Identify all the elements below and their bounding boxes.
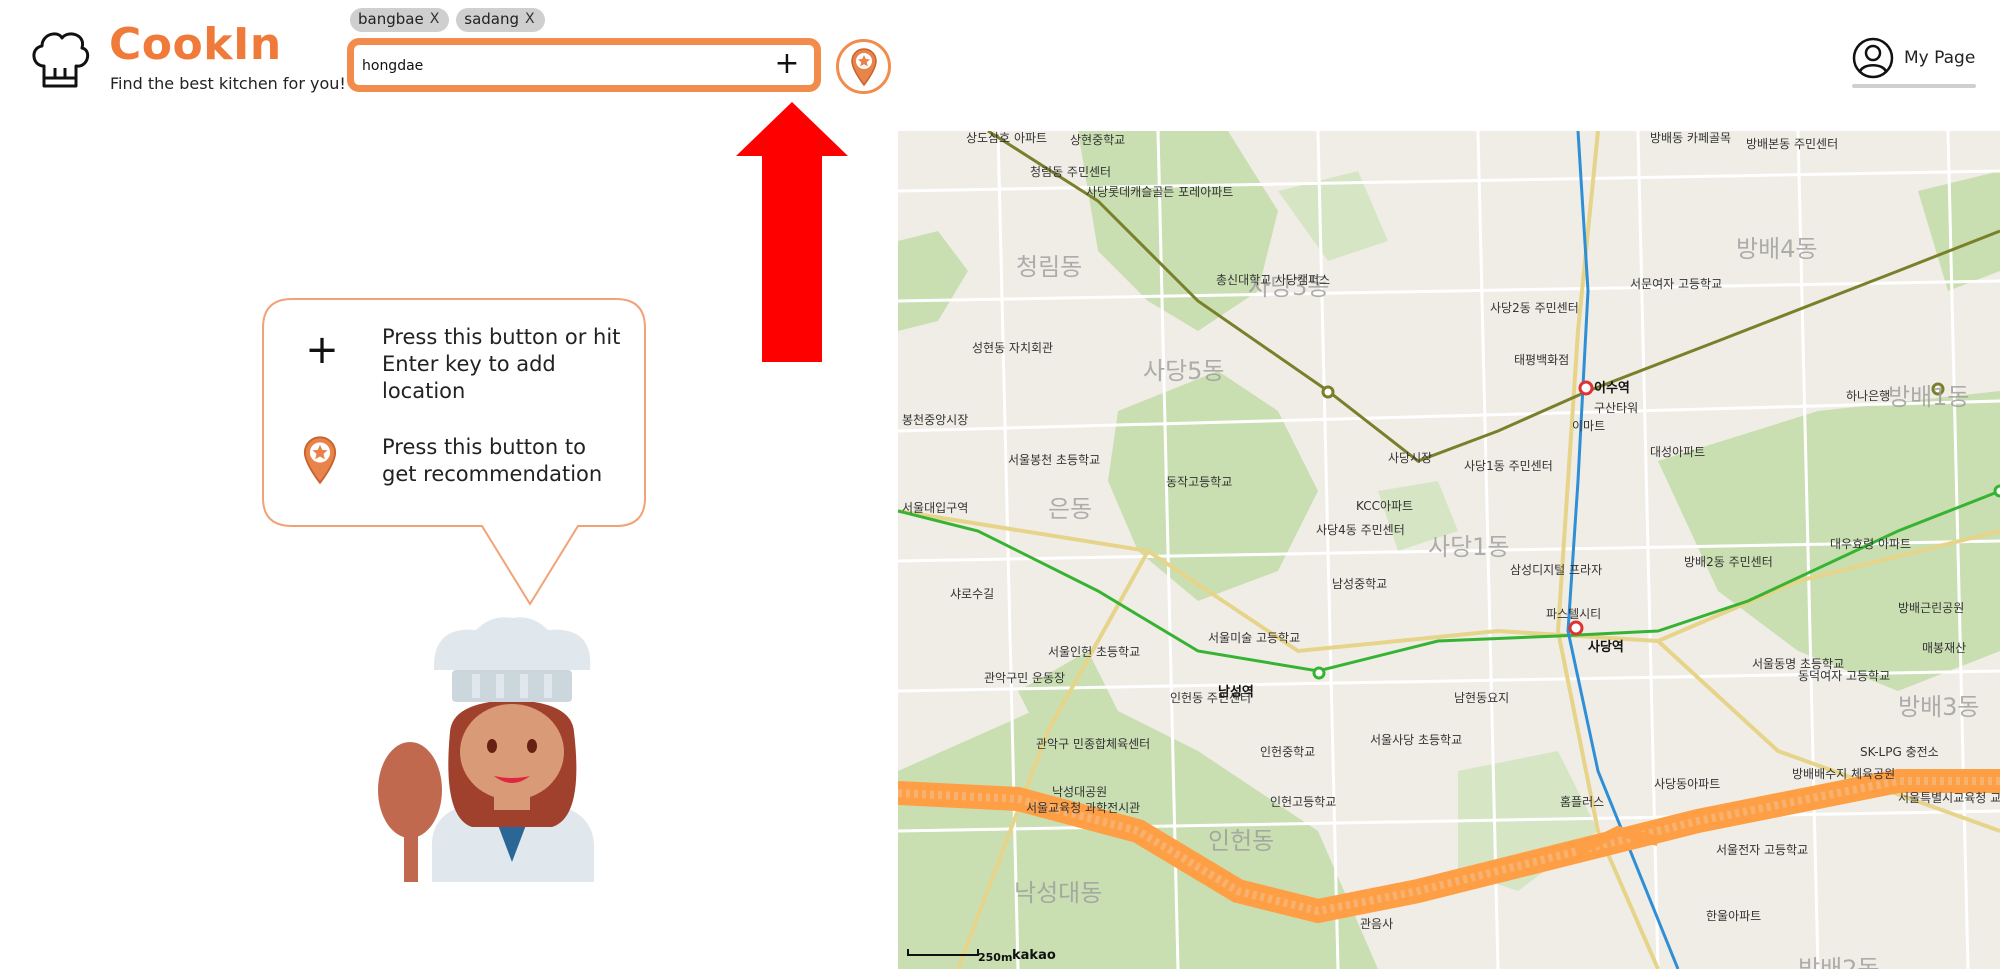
location-search-box: + <box>347 38 821 92</box>
map-place-label[interactable]: 동덕여자 고등학교 <box>1798 669 1890 683</box>
map-place-label[interactable]: 총신대학교 사당캠퍼스 <box>1216 273 1330 287</box>
map-place-label[interactable]: 이마트 <box>1572 419 1605 433</box>
map-district-label: 은동 <box>1048 495 1093 523</box>
map-district-label: 사당1동 <box>1428 533 1510 561</box>
map-station-label[interactable]: 사당역 <box>1588 636 1624 655</box>
map-place-label[interactable]: 봉천중앙시장 <box>902 413 968 427</box>
map-place-label[interactable]: 한울아파트 <box>1706 909 1761 923</box>
map-provider-logo[interactable]: kakao <box>1012 948 1056 963</box>
help-add-row: + <box>302 330 342 370</box>
remove-chip-button[interactable]: X <box>525 10 535 29</box>
map-place-label[interactable]: 사당1동 주민센터 <box>1464 459 1553 473</box>
mypage-button[interactable]: My Page <box>1852 36 1976 88</box>
recommend-button[interactable] <box>836 39 891 94</box>
map-place-label[interactable]: 사당4동 주민센터 <box>1316 523 1405 537</box>
location-chip-label: sadang <box>464 10 520 28</box>
map-place-label[interactable]: 동작고등학교 <box>1166 475 1232 489</box>
mypage-label: My Page <box>1904 48 1976 68</box>
map-district-label: 방배2동 <box>1798 955 1880 969</box>
map-place-label[interactable]: 사당시장 <box>1388 451 1432 465</box>
location-chip: bangbae X <box>350 8 450 32</box>
map-district-label: 낙성대동 <box>1014 879 1103 907</box>
map-place-label[interactable]: 서울교육청 과학전시관 <box>1026 801 1140 815</box>
map-place-label[interactable]: 서울미술 고등학교 <box>1208 631 1300 645</box>
map-station-label[interactable]: 이수역 <box>1594 377 1630 396</box>
help-recommend-text: Press this button to get recommendation <box>382 435 603 486</box>
map-place-label[interactable]: 방배근린공원 <box>1898 601 1964 615</box>
map-place-label[interactable]: 서울사당 초등학교 <box>1370 733 1462 747</box>
up-arrow-indicator <box>736 102 848 362</box>
map-place-label[interactable]: 낙성대공원 <box>1052 785 1107 799</box>
map-district-label: 방배3동 <box>1898 693 1980 721</box>
map-place-label[interactable]: 대우효령 아파트 <box>1830 537 1911 551</box>
map-place-label[interactable]: 대성아파트 <box>1650 445 1705 459</box>
brand-tagline: Find the best kitchen for you! <box>110 74 346 93</box>
help-tooltip: + Press this button or hit Enter key to … <box>262 298 646 606</box>
map-place-label[interactable]: 상현중학교 <box>1070 133 1125 147</box>
map-district-label: 방배4동 <box>1736 235 1818 263</box>
chef-illustration <box>378 617 594 882</box>
map-district-label: 청림동 <box>1016 253 1083 281</box>
map-district-label: 방배1동 <box>1888 383 1970 411</box>
map-place-label[interactable]: 서울대입구역 <box>902 501 968 515</box>
map-place-label[interactable]: SK-LPG 충전소 <box>1860 745 1939 759</box>
map-place-label[interactable]: 서문여자 고등학교 <box>1630 277 1722 291</box>
map-place-label[interactable]: 사당롯데캐슬골든 포레아파트 <box>1086 185 1233 199</box>
map-place-label[interactable]: 관악구 민종합체육센터 <box>1036 737 1150 751</box>
map-scale-label: 250m <box>978 951 1013 964</box>
location-chip-list: bangbae X sadang X <box>350 8 545 32</box>
map-district-label: 인헌동 <box>1208 827 1275 855</box>
chef-hat-logo-icon <box>32 32 90 88</box>
mypage-underline <box>1852 84 1976 88</box>
location-chip-label: bangbae <box>358 10 424 28</box>
map-place-label[interactable]: 방배2동 주민센터 <box>1684 555 1773 569</box>
user-avatar-icon <box>1852 37 1894 79</box>
map-place-label[interactable]: 인헌동 주민센터 <box>1170 691 1251 705</box>
map-place-label[interactable]: 관악구민 운동장 <box>984 671 1065 685</box>
add-location-button[interactable]: + <box>770 47 804 81</box>
map-place-label[interactable]: 서울봉천 초등학교 <box>1008 453 1100 467</box>
help-add-text: Press this button or hit Enter key to ad… <box>382 325 621 403</box>
map-place-label[interactable]: 청림동 주민센터 <box>1030 165 1111 179</box>
map-place-label[interactable]: 방배동 카페골목 <box>1650 131 1731 145</box>
map-place-label[interactable]: 사당동아파트 <box>1654 777 1720 791</box>
map-place-label[interactable]: 상도삼호 아파트 <box>966 131 1047 145</box>
star-location-pin-icon <box>850 47 877 86</box>
plus-icon: + <box>305 327 339 373</box>
brand-title: CookIn <box>109 19 282 70</box>
remove-chip-button[interactable]: X <box>430 10 440 29</box>
map-place-label[interactable]: 서울인헌 초등학교 <box>1048 645 1140 659</box>
map-place-label[interactable]: 홈플러스 <box>1560 795 1604 809</box>
map-place-label[interactable]: 방배본동 주민센터 <box>1746 137 1838 151</box>
map-place-label[interactable]: KCC아파트 <box>1356 499 1413 513</box>
star-location-pin-icon <box>303 436 337 484</box>
map-place-label[interactable]: 사당2동 주민센터 <box>1490 301 1579 315</box>
map-place-label[interactable]: 파스텔시티 <box>1546 607 1601 621</box>
map-place-label[interactable]: 매봉재산 <box>1922 641 1966 655</box>
map-view[interactable]: 청림동 사당3동 사당1동 방배4동 방배3동 방배1동 방배2동 낙성대동 인… <box>898 131 2000 969</box>
map-place-label[interactable]: 서울특별시교육청 교육연구원 <box>1898 791 2000 805</box>
map-place-label[interactable]: 샤로수길 <box>950 587 994 601</box>
map-place-label[interactable]: 삼성디지털 프라자 <box>1510 563 1602 577</box>
map-place-label[interactable]: 인헌고등학교 <box>1270 795 1336 809</box>
map-place-label[interactable]: 남현동요지 <box>1454 691 1509 705</box>
map-place-label[interactable]: 남성중학교 <box>1332 577 1387 591</box>
map-district-label: 사당5동 <box>1143 357 1225 385</box>
map-place-label[interactable]: 인헌중학교 <box>1260 745 1315 759</box>
map-place-label[interactable]: 방배배수지 체육공원 <box>1792 767 1895 781</box>
location-chip: sadang X <box>456 8 545 32</box>
map-place-label[interactable]: 성현동 자치회관 <box>972 341 1053 355</box>
map-place-label[interactable]: 하나은행 <box>1846 389 1890 403</box>
location-input[interactable] <box>360 51 744 81</box>
map-place-label[interactable]: 서울전자 고등학교 <box>1716 843 1808 857</box>
map-place-label[interactable]: 관음사 <box>1360 917 1393 931</box>
map-place-label[interactable]: 태평백화점 <box>1514 353 1569 367</box>
map-place-label[interactable]: 구산타워 <box>1594 401 1638 415</box>
